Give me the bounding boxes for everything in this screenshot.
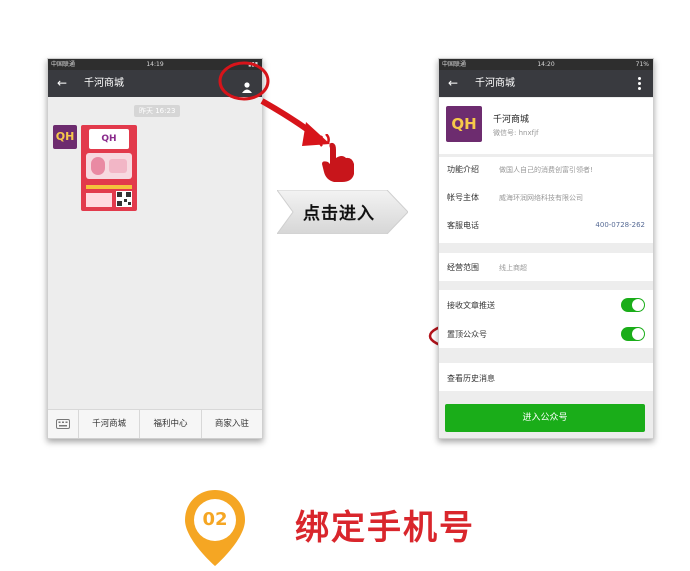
business-scope-row: 经营范围 线上商超 bbox=[439, 253, 653, 281]
tap-hand-icon bbox=[316, 133, 360, 184]
history-label: 查看历史消息 bbox=[447, 374, 495, 383]
highlight-circle-profile bbox=[218, 61, 270, 101]
account-avatar: QH bbox=[446, 106, 482, 142]
info-value-phone[interactable]: 400-0728-262 bbox=[595, 221, 645, 229]
status-time: 14:20 bbox=[537, 61, 555, 68]
more-menu-icon[interactable] bbox=[638, 77, 641, 92]
step-number: 02 bbox=[202, 509, 228, 530]
step-pin-icon: 02 bbox=[183, 488, 247, 567]
info-value-entity: 威海环润网络科技有限公司 bbox=[499, 194, 583, 202]
back-arrow-icon[interactable]: ← bbox=[448, 70, 458, 97]
settings-list: 接收文章推送 置顶公众号 bbox=[439, 290, 653, 348]
info-label-phone: 客服电话 bbox=[447, 221, 479, 230]
scope-value: 线上商超 bbox=[499, 264, 527, 272]
account-name: 千河商城 bbox=[493, 115, 530, 125]
push-toggle[interactable] bbox=[621, 298, 645, 312]
click-enter-arrow: 点击进入 bbox=[277, 190, 408, 234]
enter-account-button[interactable]: 进入公众号 bbox=[445, 404, 645, 432]
account-header: QH 千河商城 微信号: hnxfjf bbox=[439, 98, 653, 154]
account-info-list: 功能介绍 做国人自己的消费创富引领者! 帐号主体 威海环润网络科技有限公司 客服… bbox=[439, 157, 653, 243]
pin-account-label: 置顶公众号 bbox=[447, 330, 487, 339]
status-battery: 71% bbox=[635, 61, 649, 68]
info-label-entity: 帐号主体 bbox=[447, 193, 479, 202]
scope-label: 经营范围 bbox=[447, 263, 479, 272]
profile-title: 千河商城 bbox=[475, 78, 515, 89]
pin-account-toggle[interactable] bbox=[621, 327, 645, 341]
info-label-intro: 功能介绍 bbox=[447, 165, 479, 174]
right-phone-screenshot: 中国联通 14:20 71% ← 千河商城 QH 千河商城 微信号: hnxfj… bbox=[438, 58, 654, 439]
history-row[interactable]: 查看历史消息 bbox=[439, 363, 653, 391]
step-title: 绑定手机号 bbox=[295, 508, 475, 548]
account-wechat-id: 微信号: hnxfjf bbox=[493, 129, 539, 137]
push-setting-label: 接收文章推送 bbox=[447, 301, 495, 310]
status-bar: 中国联通 14:20 71% bbox=[439, 59, 653, 70]
profile-title-bar: ← 千河商城 bbox=[439, 70, 653, 97]
info-value-intro: 做国人自己的消费创富引领者! bbox=[499, 166, 593, 174]
click-enter-label: 点击进入 bbox=[303, 204, 375, 224]
